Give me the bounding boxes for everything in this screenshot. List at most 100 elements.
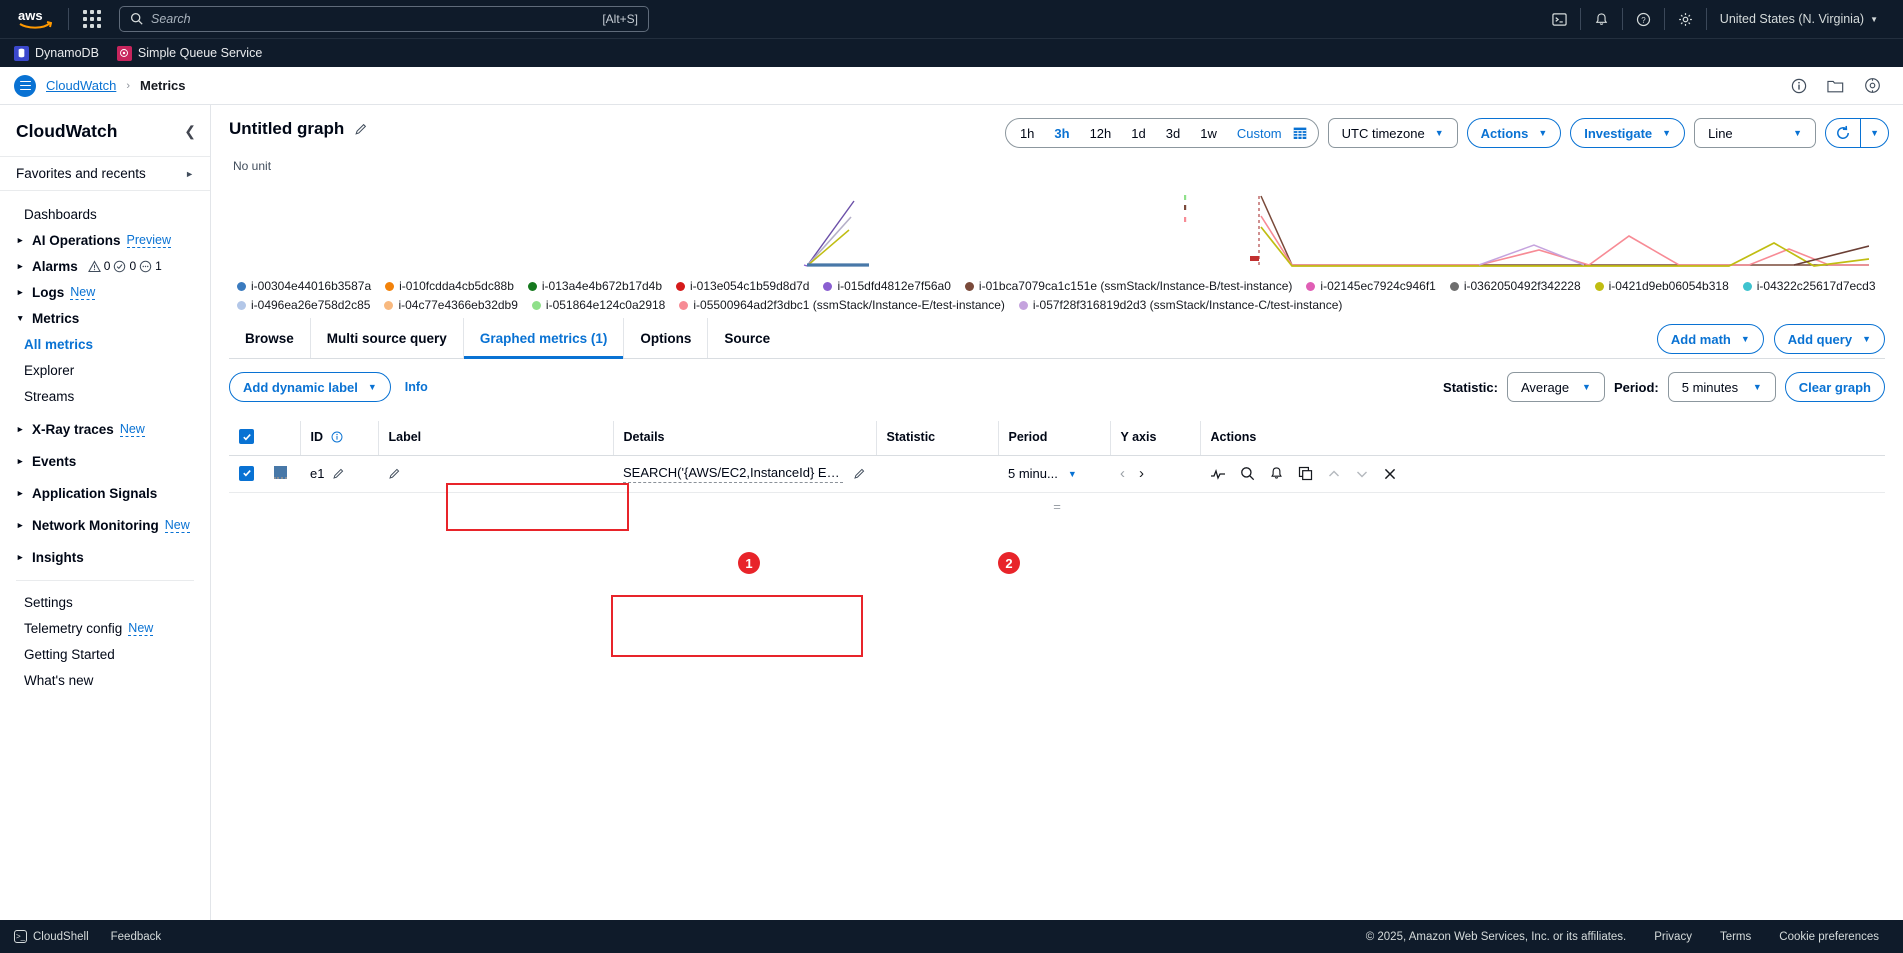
sidebar-item-dashboards[interactable]: Dashboards [0, 201, 210, 227]
sidebar-item-metrics[interactable]: ▼ Metrics [0, 305, 210, 331]
edit-label-pencil-icon[interactable] [388, 467, 603, 480]
collapse-sidebar-icon[interactable]: ❮ [184, 123, 196, 140]
tab-graphed-metrics[interactable]: Graphed metrics (1) [464, 318, 625, 358]
sidebar-item-getting-started[interactable]: Getting Started [0, 641, 210, 667]
time-range-custom[interactable]: Custom [1227, 126, 1292, 141]
sidebar-item-whats-new[interactable]: What's new [0, 667, 210, 693]
add-query-button[interactable]: Add query ▼ [1774, 324, 1885, 354]
info-link[interactable]: Info [405, 380, 428, 394]
search-input[interactable] [151, 12, 594, 26]
sidebar-item-explorer[interactable]: Explorer [0, 357, 210, 383]
move-up-icon[interactable] [1327, 467, 1341, 481]
panel-resize-handle[interactable]: = [1046, 499, 1068, 514]
time-range-1h[interactable]: 1h [1010, 126, 1044, 141]
sidebar-item-settings[interactable]: Settings [0, 589, 210, 615]
tab-options[interactable]: Options [624, 318, 708, 358]
terms-link[interactable]: Terms [1720, 931, 1751, 943]
zoom-icon[interactable] [1240, 466, 1255, 481]
clear-graph-button[interactable]: Clear graph [1785, 372, 1885, 402]
investigate-button[interactable]: Investigate ▼ [1570, 118, 1685, 148]
tab-multi-source-query[interactable]: Multi source query [311, 318, 464, 358]
legend-item[interactable]: i-00304e44016b3587a [237, 277, 371, 296]
cloudshell-launch-link[interactable]: >_ CloudShell [14, 930, 89, 943]
new-badge[interactable]: New [120, 422, 145, 437]
service-shortcut-dynamodb[interactable]: DynamoDB [14, 46, 99, 61]
time-range-12h[interactable]: 12h [1080, 126, 1122, 141]
info-icon[interactable] [1791, 78, 1807, 94]
metrics-chart[interactable]: No unit [229, 161, 1885, 271]
global-search-box[interactable]: [Alt+S] [119, 6, 649, 32]
breadcrumb-root-link[interactable]: CloudWatch [46, 78, 116, 93]
chart-type-selector[interactable]: Line ▼ [1694, 118, 1816, 148]
info-icon[interactable] [331, 430, 343, 444]
sidebar-item-streams[interactable]: Streams [0, 383, 210, 409]
new-badge[interactable]: New [165, 518, 190, 533]
alarm-bell-icon[interactable] [1269, 466, 1284, 481]
legend-item[interactable]: i-0362050492f342228 [1450, 277, 1581, 296]
legend-item[interactable]: i-02145ec7924c946f1 [1306, 277, 1435, 296]
move-down-icon[interactable] [1355, 467, 1369, 481]
legend-item[interactable]: i-0421d9eb06054b318 [1595, 277, 1729, 296]
legend-item[interactable]: i-04322c25617d7ecd3 [1743, 277, 1876, 296]
cookie-preferences-link[interactable]: Cookie preferences [1779, 931, 1879, 943]
aws-logo[interactable]: aws [12, 8, 58, 30]
yaxis-right-icon[interactable]: › [1139, 465, 1144, 482]
series-color-swatch[interactable] [274, 466, 287, 479]
time-range-1w[interactable]: 1w [1190, 126, 1227, 141]
new-badge[interactable]: New [128, 621, 153, 636]
sidebar-item-application-signals[interactable]: ► Application Signals [0, 480, 210, 506]
privacy-link[interactable]: Privacy [1654, 931, 1692, 943]
legend-item[interactable]: i-04c77e4366eb32db9 [384, 296, 517, 315]
statistic-selector[interactable]: Average ▼ [1507, 372, 1605, 402]
refresh-options-chevron-icon[interactable]: ▼ [1861, 119, 1888, 147]
sidebar-item-events[interactable]: ► Events [0, 448, 210, 474]
settings-icon[interactable] [1864, 77, 1881, 94]
refresh-icon[interactable] [1826, 119, 1860, 147]
legend-item[interactable]: i-013a4e4b672b17d4b [528, 277, 662, 296]
table-row[interactable]: e1 SEARCH('{AWS/EC2,Instance [229, 455, 1885, 492]
edit-id-pencil-icon[interactable] [332, 467, 345, 480]
row-checkbox[interactable] [239, 466, 254, 481]
sidebar-item-network-monitoring[interactable]: ► Network Monitoring New [0, 512, 210, 538]
timezone-selector[interactable]: UTC timezone ▼ [1328, 118, 1458, 148]
sidebar-favorites-and-recents[interactable]: Favorites and recents ► [0, 157, 210, 191]
add-dynamic-label-button[interactable]: Add dynamic label ▼ [229, 372, 391, 402]
help-icon[interactable]: ? [1623, 8, 1665, 30]
tab-browse[interactable]: Browse [229, 318, 311, 358]
calendar-icon[interactable] [1293, 126, 1307, 140]
duplicate-icon[interactable] [1298, 466, 1313, 481]
tab-source[interactable]: Source [708, 318, 786, 358]
legend-item[interactable]: i-01bca7079ca1c151e (ssmStack/Instance-B… [965, 277, 1293, 296]
time-range-1d[interactable]: 1d [1121, 126, 1155, 141]
service-shortcut-sqs[interactable]: Simple Queue Service [117, 46, 262, 61]
legend-item[interactable]: i-015dfd4812e7f56a0 [823, 277, 950, 296]
actions-button[interactable]: Actions ▼ [1467, 118, 1562, 148]
bell-icon[interactable] [1581, 8, 1623, 30]
legend-item[interactable]: i-05500964ad2f3dbc1 (ssmStack/Instance-E… [679, 296, 1005, 315]
sidebar-item-alarms[interactable]: ► Alarms 0 0 1 [0, 253, 210, 279]
folder-icon[interactable] [1827, 78, 1844, 94]
preview-badge[interactable]: Preview [127, 233, 171, 248]
remove-icon[interactable] [1383, 467, 1397, 481]
feedback-link[interactable]: Feedback [111, 931, 162, 943]
menu-toggle-icon[interactable] [14, 75, 36, 97]
add-math-button[interactable]: Add math ▼ [1657, 324, 1764, 354]
select-all-checkbox[interactable] [239, 429, 254, 444]
edit-details-pencil-icon[interactable] [853, 467, 866, 480]
legend-item[interactable]: i-0496ea26e758d2c85 [237, 296, 370, 315]
sidebar-item-ai-operations[interactable]: ► AI Operations Preview [0, 227, 210, 253]
legend-item[interactable]: i-057f28f316819d2d3 (ssmStack/Instance-C… [1019, 296, 1343, 315]
sidebar-item-all-metrics[interactable]: All metrics [0, 331, 210, 357]
app-launcher-icon[interactable] [79, 6, 105, 32]
legend-item[interactable]: i-010fcdda4cb5dc88b [385, 277, 514, 296]
cloudshell-icon[interactable] [1539, 8, 1581, 30]
legend-item[interactable]: i-013e054c1b59d8d7d [676, 277, 809, 296]
period-dropdown[interactable]: 5 minu... ▼ [1008, 466, 1100, 481]
region-selector[interactable]: United States (N. Virginia) ▼ [1707, 8, 1891, 30]
time-range-3h[interactable]: 3h [1044, 126, 1079, 141]
metric-details-expression[interactable]: SEARCH('{AWS/EC2,InstanceId} EC2 C... [623, 465, 843, 483]
sparkline-icon[interactable] [1210, 467, 1226, 481]
sidebar-item-logs[interactable]: ► Logs New [0, 279, 210, 305]
legend-item[interactable]: i-051864e124c0a2918 [532, 296, 665, 315]
edit-title-pencil-icon[interactable] [354, 122, 368, 136]
